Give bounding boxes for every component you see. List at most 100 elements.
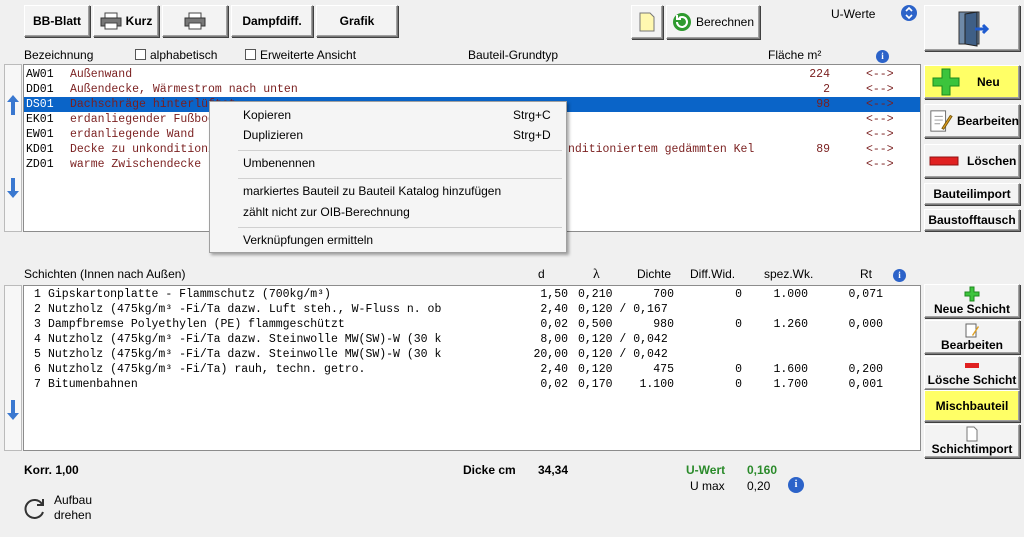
row-link[interactable]: <--> <box>866 157 894 172</box>
list-item[interactable]: 1 Gipskartonplatte - Flammschutz (700kg/… <box>24 287 920 302</box>
layer-name: Bitumenbahnen <box>48 378 138 391</box>
context-menu: Kopieren Strg+C Duplizieren Strg+D Umbenen… <box>209 101 567 253</box>
row-name: erdanliegender Fußboden <box>70 113 229 126</box>
row-code: EW01 <box>26 128 54 141</box>
umax-value: 0,20 <box>747 479 771 493</box>
list-item[interactable]: 4 Nutzholz (475kg/m³ -Fi/Ta dazw. Steinw… <box>24 332 920 347</box>
row-name: warme Zwischendecke <box>70 158 202 171</box>
schichtimport-button[interactable]: Schichtimport <box>924 424 1020 458</box>
row-name: Außendecke, Wärmestrom nach unten <box>70 83 298 96</box>
erweitert-checkbox[interactable]: Erweiterte Ansicht <box>245 48 356 62</box>
layer-d: 20,00 <box>533 348 568 361</box>
menu-item-katalog[interactable]: markiertes Bauteil zu Bauteil Katalog hi… <box>243 181 556 201</box>
layer-rt: 0,001 <box>848 378 883 391</box>
layer-name: Nutzholz (475kg/m³ -Fi/Ta dazw. Luft ste… <box>48 303 442 316</box>
bauteilimport-button[interactable]: Bauteilimport <box>924 183 1020 205</box>
row-area: 89 <box>816 143 830 156</box>
uwert-value: 0,160 <box>747 463 778 477</box>
list-item[interactable]: 6 Nutzholz (475kg/m³ -Fi/Ta) rauh, techn… <box>24 362 920 377</box>
col-grundtyp: Bauteil-Grundtyp <box>468 48 559 62</box>
alphabetisch-checkbox[interactable]: alphabetisch <box>135 48 217 62</box>
kurz-label: Kurz <box>125 14 153 28</box>
arrow-down-icon[interactable] <box>5 398 21 422</box>
bearbeiten-button[interactable]: Bearbeiten <box>924 104 1020 138</box>
berechnen-label: Berechnen <box>695 15 755 29</box>
layer-d: 0,02 <box>540 378 568 391</box>
col-bezeichnung: Bezeichnung <box>24 48 94 62</box>
edit-icon <box>930 110 953 132</box>
menu-item-kopieren[interactable]: Kopieren Strg+C <box>243 105 556 125</box>
col-rt: Rt <box>860 267 872 281</box>
menu-item-verknuepfungen[interactable]: Verknüpfungen ermitteln <box>243 230 556 250</box>
checkbox-box <box>135 49 146 60</box>
edit-icon <box>965 323 979 338</box>
layer-no: 1 <box>34 288 41 301</box>
row-code: DS01 <box>26 98 54 111</box>
upper-scrollbar[interactable] <box>4 64 22 232</box>
row-link[interactable]: <--> <box>866 142 894 157</box>
loesche-schicht-button[interactable]: Lösche Schicht <box>924 356 1020 390</box>
schichten-list[interactable]: 1 Gipskartonplatte - Flammschutz (700kg/… <box>23 285 921 451</box>
layer-lambda: 0,120 / 0,042 <box>578 348 668 361</box>
dampfdiff-label: Dampfdiff. <box>242 14 302 28</box>
menu-label: Kopieren <box>243 108 292 122</box>
layer-name: Gipskartonplatte - Flammschutz (700kg/m³… <box>48 288 331 301</box>
info-icon[interactable]: i <box>876 48 889 63</box>
col-dichte: Dichte <box>637 267 672 281</box>
dampfdiff-button[interactable]: Dampfdiff. <box>231 5 313 37</box>
row-link[interactable]: <--> <box>866 97 894 112</box>
exit-button[interactable] <box>924 5 1020 51</box>
neue-schicht-button[interactable]: Neue Schicht <box>924 284 1020 318</box>
row-link[interactable]: <--> <box>866 67 894 82</box>
kurz-button[interactable]: Kurz <box>93 5 159 37</box>
layer-lambda: 0,170 <box>578 378 613 391</box>
baustofftausch-button[interactable]: Baustofftausch <box>924 209 1020 231</box>
layer-lambda: 0,120 / 0,042 <box>578 333 668 346</box>
bearbeiten-schicht-button[interactable]: Bearbeiten <box>924 320 1020 354</box>
bauteilimport-label: Bauteilimport <box>933 187 1011 201</box>
mischbauteil-button[interactable]: Mischbauteil <box>924 390 1020 422</box>
col-diffwid: Diff.Wid. <box>690 267 736 281</box>
menu-item-duplizieren[interactable]: Duplizieren Strg+D <box>243 125 556 145</box>
menu-item-oib[interactable]: zählt nicht zur OIB-Berechnung <box>243 202 556 222</box>
row-link[interactable]: <--> <box>866 127 894 142</box>
grafik-button[interactable]: Grafik <box>316 5 398 37</box>
rotate-icon <box>24 499 44 519</box>
layer-no: 3 <box>34 318 41 331</box>
neue-schicht-label: Neue Schicht <box>933 302 1011 316</box>
document-icon <box>966 426 978 442</box>
row-link[interactable]: <--> <box>866 112 894 127</box>
menu-label: Duplizieren <box>243 128 304 142</box>
print-button[interactable] <box>162 5 228 37</box>
list-item[interactable]: DD01 Außendecke, Wärmestrom nach unten 2… <box>24 82 920 97</box>
list-item[interactable]: 5 Nutzholz (475kg/m³ -Fi/Ta dazw. Steinw… <box>24 347 920 362</box>
info-icon[interactable]: i <box>788 477 804 493</box>
list-item[interactable]: 7 Bitumenbahnen 0,02 0,170 1.100 0 1.700… <box>24 377 920 392</box>
loeschen-button[interactable]: Löschen <box>924 144 1020 178</box>
lower-scrollbar[interactable] <box>4 285 22 451</box>
info-icon[interactable]: i <box>893 267 906 282</box>
loesche-schicht-label: Lösche Schicht <box>927 373 1017 387</box>
row-area: 224 <box>809 68 830 81</box>
arrow-down-icon[interactable] <box>5 176 21 200</box>
menu-label: Umbenennen <box>243 156 316 170</box>
bb-blatt-button[interactable]: BB-Blatt <box>24 5 90 37</box>
layer-rt: 0,000 <box>848 318 883 331</box>
layer-lambda: 0,120 / 0,167 <box>578 303 668 316</box>
bb-blatt-label: BB-Blatt <box>33 14 81 28</box>
row-code: EK01 <box>26 113 54 126</box>
list-item[interactable]: 3 Dampfbremse Polyethylen (PE) flammgesc… <box>24 317 920 332</box>
new-document-button[interactable] <box>631 5 663 39</box>
row-link[interactable]: <--> <box>866 82 894 97</box>
list-item[interactable]: 2 Nutzholz (475kg/m³ -Fi/Ta dazw. Luft s… <box>24 302 920 317</box>
menu-item-umbenennen[interactable]: Umbenennen <box>243 153 556 173</box>
aufbau-drehen-button[interactable] <box>22 496 48 525</box>
menu-shortcut: Strg+C <box>513 108 551 122</box>
arrow-up-icon[interactable] <box>5 93 21 117</box>
berechnen-button[interactable]: Berechnen <box>666 5 760 39</box>
list-item[interactable]: AW01 Außenwand 224 <--> <box>24 67 920 82</box>
layer-dichte: 980 <box>653 318 674 331</box>
menu-label: Verknüpfungen ermitteln <box>243 233 374 247</box>
neu-button[interactable]: Neu <box>924 65 1020 99</box>
toggle-icon[interactable] <box>901 5 917 21</box>
